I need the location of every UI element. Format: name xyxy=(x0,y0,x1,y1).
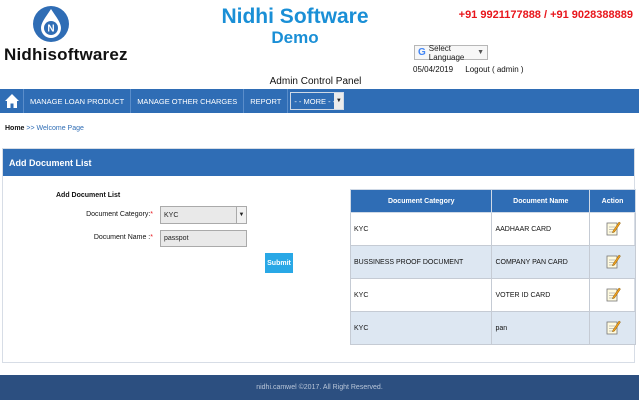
breadcrumb-current: Welcome Page xyxy=(36,125,84,132)
col-document-category: Document Category xyxy=(349,189,493,213)
language-label: Select Language xyxy=(428,43,465,62)
edit-icon xyxy=(606,254,621,269)
home-icon xyxy=(4,94,19,108)
cell-category: BUSSINESS PROOF DOCUMENT xyxy=(349,245,493,279)
contact-phones: +91 9921177888 / +91 9028388889 xyxy=(458,9,633,21)
brand-name: Nidhisoftwarez xyxy=(4,45,128,64)
document-category-label: Document Category:* xyxy=(53,211,153,218)
breadcrumb: Home >> Welcome Page xyxy=(5,125,84,132)
edit-icon xyxy=(606,287,621,302)
nav-more-label: - - MORE - - xyxy=(294,96,336,106)
nav-manage-other-charges[interactable]: MANAGE OTHER CHARGES xyxy=(131,89,245,113)
cell-category: KYC xyxy=(349,212,493,246)
document-category-value: KYC xyxy=(164,211,179,219)
table-header-row: Document Category Document Name Action xyxy=(349,189,636,213)
edit-button[interactable] xyxy=(589,245,636,279)
table-row: KYC VOTER ID CARD xyxy=(349,278,636,312)
cell-name: VOTER ID CARD xyxy=(491,278,591,312)
table-row: BUSSINESS PROOF DOCUMENT COMPANY PAN CAR… xyxy=(349,245,636,279)
cell-name: pan xyxy=(491,311,591,345)
cell-name: AADHAAR CARD xyxy=(491,212,591,246)
chevron-down-icon: ▼ xyxy=(236,207,246,223)
edit-button[interactable] xyxy=(589,278,636,312)
chevron-down-icon: ▼ xyxy=(334,93,344,109)
admin-panel-title-text: Admin Control Panel xyxy=(269,76,362,87)
admin-panel-title: Admin Control Panel xyxy=(0,76,639,87)
edit-icon xyxy=(606,221,621,236)
required-mark: * xyxy=(150,211,153,218)
nav-manage-loan-product[interactable]: MANAGE LOAN PRODUCT xyxy=(24,89,132,113)
table-row: KYC AADHAAR CARD xyxy=(349,212,636,246)
breadcrumb-separator: >> xyxy=(26,125,35,132)
required-mark: * xyxy=(150,234,153,241)
home-button[interactable] xyxy=(0,89,24,113)
document-table: Document Category Document Name Action K… xyxy=(349,189,636,345)
google-icon: G xyxy=(418,47,426,58)
date-logout-line: 05/04/2019 Logout ( admin ) xyxy=(413,65,534,74)
nav-report[interactable]: REPORT xyxy=(244,89,289,113)
form-title: Add Document List xyxy=(56,192,121,199)
cell-category: KYC xyxy=(349,278,493,312)
add-document-card: Add Document List Add Document List Docu… xyxy=(2,148,636,363)
footer: nidhi.camwel ©2017. All Right Reserved. xyxy=(0,375,639,400)
chevron-down-icon: ▼ xyxy=(477,49,484,56)
document-category-select[interactable]: KYC ▼ xyxy=(160,206,247,224)
page-subtitle: Demo xyxy=(271,28,319,47)
cell-category: KYC xyxy=(349,311,493,345)
nav-more-dropdown[interactable]: - - MORE - - ▼ xyxy=(290,92,345,110)
card-title: Add Document List xyxy=(3,149,634,176)
col-document-name: Document Name xyxy=(491,189,591,213)
main-nav: MANAGE LOAN PRODUCT MANAGE OTHER CHARGES… xyxy=(0,89,639,113)
document-category-label-text: Document Category: xyxy=(86,211,151,218)
submit-button[interactable]: Submit xyxy=(265,253,293,273)
edit-button[interactable] xyxy=(589,311,636,345)
document-name-label-text: Document Name : xyxy=(93,234,151,241)
cell-name: COMPANY PAN CARD xyxy=(491,245,591,279)
table-row: KYC pan xyxy=(349,311,636,345)
language-select[interactable]: G Select Language ▼ xyxy=(414,43,488,62)
col-action: Action xyxy=(589,189,636,213)
document-name-label: Document Name :* xyxy=(53,234,153,241)
current-date: 05/04/2019 xyxy=(413,65,454,74)
breadcrumb-home[interactable]: Home xyxy=(5,125,24,132)
edit-icon xyxy=(606,320,621,335)
document-name-input[interactable]: passpot xyxy=(160,230,247,247)
logout-link[interactable]: Logout ( admin ) xyxy=(465,65,523,74)
edit-button[interactable] xyxy=(589,212,636,246)
